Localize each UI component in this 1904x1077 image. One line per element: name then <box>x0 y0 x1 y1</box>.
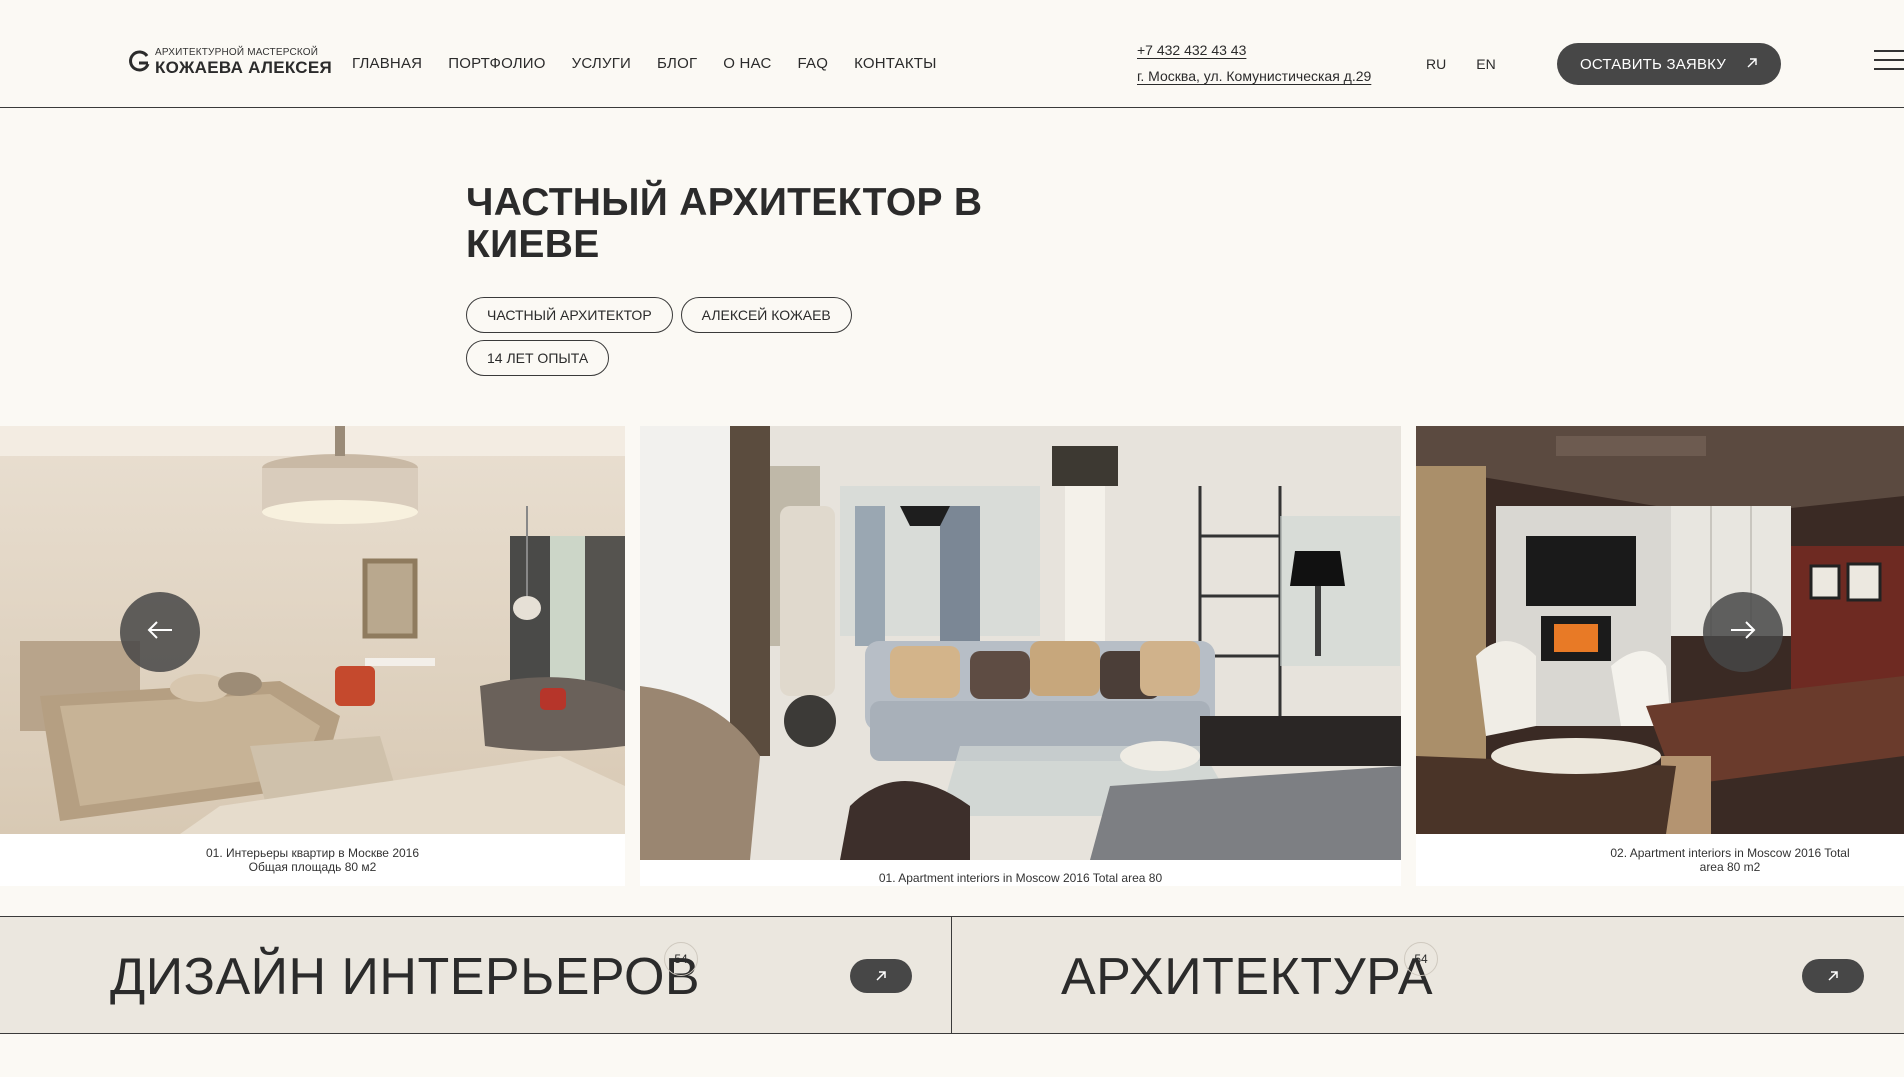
office-image <box>1416 426 1904 834</box>
category-count-badge: 54 <box>664 942 698 976</box>
lang-ru[interactable]: RU <box>1426 56 1446 72</box>
tag-private-architect[interactable]: ЧАСТНЫЙ АРХИТЕКТОР <box>466 297 673 333</box>
site-header: АРХИТЕКТУРНОЙ МАСТЕРСКОЙ КОЖАЕВА АЛЕКСЕЯ… <box>0 0 1904 108</box>
living-room-image <box>640 426 1401 860</box>
page-title: ЧАСТНЫЙ АРХИТЕКТОР В КИЕВЕ <box>466 181 983 266</box>
slider-next-button[interactable] <box>1703 592 1783 672</box>
nav-item-about[interactable]: О НАС <box>723 55 771 72</box>
category-count-badge: 54 <box>1404 942 1438 976</box>
arrow-right-icon <box>1730 620 1756 645</box>
category-architecture[interactable]: АРХИТЕКТУРА 54 <box>952 917 1904 1033</box>
slide-caption: 01. Интерьеры квартир в Москве 2016 Обща… <box>0 846 625 874</box>
caption-line: area 80 m2 <box>1699 860 1761 874</box>
nav-item-home[interactable]: ГЛАВНАЯ <box>352 55 422 72</box>
phone-link[interactable]: +7 432 432 43 43 <box>1137 42 1371 58</box>
logo-subtitle: АРХИТЕКТУРНОЙ МАСТЕРСКОЙ <box>155 47 319 58</box>
slide-caption: 02. Apartment interiors in Moscow 2016 T… <box>1416 846 1904 874</box>
bedroom-image <box>0 426 625 834</box>
tag-experience[interactable]: 14 ЛЕТ ОПЫТА <box>466 340 610 376</box>
slider-prev-button[interactable] <box>120 592 200 672</box>
caption-line: 01. Интерьеры квартир в Москве 2016 <box>205 846 420 860</box>
portfolio-slider: 01. Интерьеры квартир в Москве 2016 Обща… <box>0 426 1904 886</box>
header-contacts: +7 432 432 43 43 г. Москва, ул. Комунист… <box>1137 42 1371 84</box>
language-switcher: RU EN <box>1426 56 1496 72</box>
category-interior-design[interactable]: ДИЗАЙН ИНТЕРЬЕРОВ 54 <box>0 917 952 1033</box>
burger-menu-icon[interactable] <box>1874 50 1904 70</box>
nav-item-portfolio[interactable]: ПОРТФОЛИО <box>448 55 545 72</box>
address-link[interactable]: г. Москва, ул. Комунистическая д.29 <box>1137 68 1371 84</box>
nav-item-faq[interactable]: FAQ <box>797 55 828 72</box>
request-button[interactable]: ОСТАВИТЬ ЗАЯВКУ <box>1557 43 1781 85</box>
logo-mark-icon <box>127 50 151 74</box>
slide-office[interactable]: 02. Apartment interiors in Moscow 2016 T… <box>1416 426 1904 886</box>
arrow-left-icon <box>147 620 173 645</box>
arrow-up-right-icon <box>1746 56 1758 72</box>
category-links: ДИЗАЙН ИНТЕРЬЕРОВ 54 АРХИТЕКТУРА 54 <box>0 916 1904 1034</box>
arrow-up-right-icon[interactable] <box>850 959 912 993</box>
tag-aleksey-kozhaev[interactable]: АЛЕКСЕЙ КОЖАЕВ <box>680 297 852 333</box>
caption-line: 01. Apartment interiors in Moscow 2016 T… <box>878 871 1163 885</box>
nav-item-services[interactable]: УСЛУГИ <box>572 55 631 72</box>
slide-caption: 01. Apartment interiors in Moscow 2016 T… <box>640 871 1401 885</box>
slide-bedroom[interactable]: 01. Интерьеры квартир в Москве 2016 Обща… <box>0 426 625 886</box>
main-nav: ГЛАВНАЯ ПОРТФОЛИО УСЛУГИ БЛОГ О НАС FAQ … <box>352 55 937 72</box>
logo[interactable]: АРХИТЕКТУРНОЙ МАСТЕРСКОЙ КОЖАЕВА АЛЕКСЕЯ <box>127 47 332 77</box>
request-button-label: ОСТАВИТЬ ЗАЯВКУ <box>1580 55 1726 73</box>
caption-line: 02. Apartment interiors in Moscow 2016 T… <box>1610 846 1850 860</box>
caption-line: Общая площадь 80 м2 <box>248 860 377 874</box>
arrow-up-right-icon[interactable] <box>1802 959 1864 993</box>
nav-item-blog[interactable]: БЛОГ <box>657 55 697 72</box>
lang-en[interactable]: EN <box>1476 56 1495 72</box>
logo-title: КОЖАЕВА АЛЕКСЕЯ <box>155 58 333 77</box>
slide-living-room[interactable]: 01. Apartment interiors in Moscow 2016 T… <box>640 426 1401 886</box>
nav-item-contacts[interactable]: КОНТАКТЫ <box>854 55 937 72</box>
tag-list: ЧАСТНЫЙ АРХИТЕКТОР АЛЕКСЕЙ КОЖАЕВ 14 ЛЕТ… <box>466 297 966 376</box>
category-title: ДИЗАЙН ИНТЕРЬЕРОВ <box>110 948 701 1006</box>
category-title: АРХИТЕКТУРА <box>1061 948 1434 1006</box>
